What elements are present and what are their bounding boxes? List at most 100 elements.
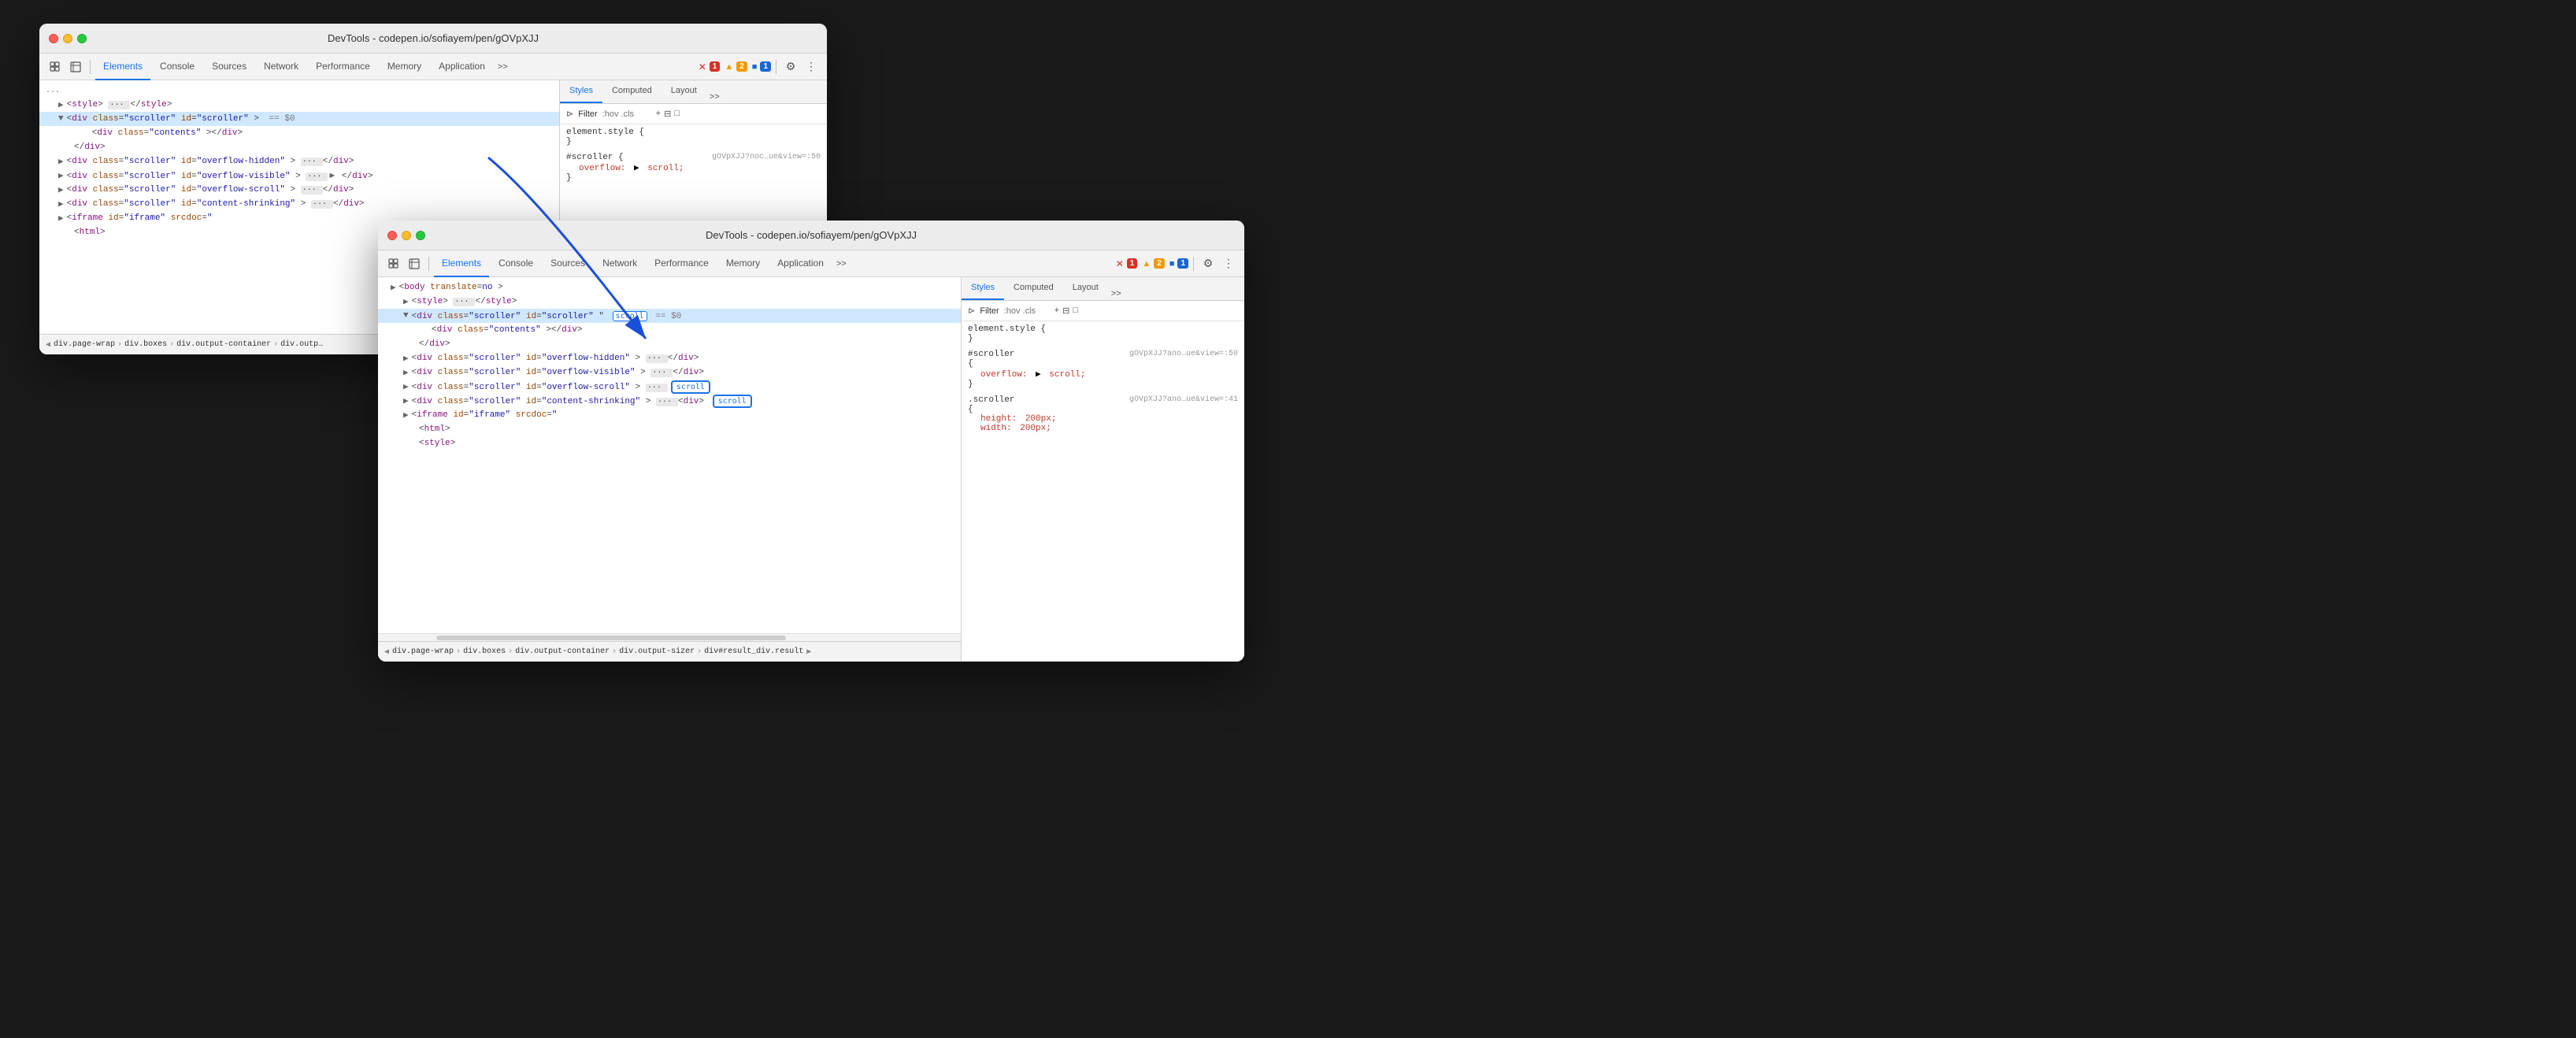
scroll-badge-overflow-scroll[interactable]: scroll xyxy=(671,380,710,394)
add-style-icon-1[interactable]: + xyxy=(656,109,661,119)
tree-row-ellipsis[interactable]: ... xyxy=(39,83,559,98)
tab-sources-1[interactable]: Sources xyxy=(204,54,254,80)
tree-row-overflow-scroll[interactable]: ▶ <div class="scroller" id="overflow-scr… xyxy=(39,183,559,197)
tab-elements-2[interactable]: Elements xyxy=(434,250,489,277)
force-icon-1[interactable]: □ xyxy=(674,109,680,119)
overflow-prop: overflow: xyxy=(566,164,625,173)
tree-row-overflow-hidden[interactable]: ▶ <div class="scroller" id="overflow-hid… xyxy=(39,154,559,169)
overflow-chevron-2[interactable]: >> xyxy=(833,258,850,270)
filter-input-2[interactable] xyxy=(1004,306,1051,316)
overflow-arrow-2[interactable]: ▶ xyxy=(1036,370,1041,380)
overflow-prop-2: overflow: xyxy=(968,370,1027,380)
scroller-selector-2: #scroller xyxy=(968,350,1014,359)
breadcrumb-output-sizer[interactable]: div.output-sizer xyxy=(619,647,695,656)
info-count-1: 1 xyxy=(760,61,771,72)
breadcrumb-output[interactable]: div.outp… xyxy=(280,340,323,349)
tree-row-content-shrinking-2[interactable]: ▶ <div class="scroller" id="content-shri… xyxy=(378,394,961,408)
breadcrumb-output-container[interactable]: div.output-container xyxy=(176,340,271,349)
add-style-icon-2[interactable]: + xyxy=(1054,306,1059,316)
styles-tab-computed-2[interactable]: Computed xyxy=(1004,277,1063,300)
breadcrumb-bar-2: ◀ div.page-wrap › div.boxes › div.output… xyxy=(378,641,961,662)
tree-row-style-2[interactable]: ▶ <style> ··· </style> xyxy=(378,295,961,309)
settings-icon-2[interactable]: ⚙ xyxy=(1199,254,1218,273)
traffic-lights-1 xyxy=(49,34,87,43)
styles-tab-computed-1[interactable]: Computed xyxy=(602,80,662,103)
tree-row-inner-style[interactable]: <style> xyxy=(378,436,961,450)
force-icon-2[interactable]: □ xyxy=(1073,306,1078,316)
copy-style-icon-2[interactable]: ⊟ xyxy=(1062,306,1069,316)
height-prop: height: xyxy=(968,414,1017,424)
tab-performance-1[interactable]: Performance xyxy=(308,54,378,80)
breadcrumb-output-container-2[interactable]: div.output-container xyxy=(515,647,610,656)
tab-network-2[interactable]: Network xyxy=(595,250,645,277)
breadcrumb-page-wrap-2[interactable]: div.page-wrap xyxy=(392,647,454,656)
tree-row-iframe-2[interactable]: ▶ <iframe id="iframe" srcdoc=" xyxy=(378,408,961,422)
styles-overflow-1[interactable]: >> xyxy=(706,91,723,103)
tree-row-close-div[interactable]: </div> xyxy=(39,140,559,154)
tab-sources-2[interactable]: Sources xyxy=(543,250,593,277)
breadcrumb-nav-right-2[interactable]: ▶ xyxy=(806,647,811,657)
tree-row-content-shrinking[interactable]: ▶ <div class="scroller" id="content-shri… xyxy=(39,197,559,211)
tab-memory-1[interactable]: Memory xyxy=(380,54,429,80)
overflow-arrow[interactable]: ▶ xyxy=(634,164,639,173)
tree-row-close-2[interactable]: </div> xyxy=(378,337,961,351)
tab-network-1[interactable]: Network xyxy=(256,54,306,80)
tab-performance-2[interactable]: Performance xyxy=(647,250,717,277)
styles-panel-2: Styles Computed Layout >> ⊳ Filter + ⊟ □ xyxy=(961,277,1244,662)
scroll-badge-content-shrinking[interactable]: scroll xyxy=(713,395,752,408)
close-button-1[interactable] xyxy=(49,34,58,43)
tab-application-2[interactable]: Application xyxy=(769,250,832,277)
breadcrumb-nav-left[interactable]: ◀ xyxy=(46,340,50,350)
styles-tab-styles-1[interactable]: Styles xyxy=(560,80,602,103)
inspect-icon-2[interactable] xyxy=(405,254,424,273)
breadcrumb-page-wrap[interactable]: div.page-wrap xyxy=(54,340,115,349)
tab-elements-1[interactable]: Elements xyxy=(95,54,150,80)
tree-row-style[interactable]: ▶ <style> ··· </style> xyxy=(39,98,559,112)
tab-console-1[interactable]: Console xyxy=(152,54,202,80)
separator-1 xyxy=(90,60,91,74)
scroller-source-2: gOVpXJJ?ano…ue&view=:50 xyxy=(1129,350,1238,359)
filter-input-1[interactable] xyxy=(602,109,650,119)
styles-tabs-2: Styles Computed Layout >> xyxy=(962,277,1244,301)
inspect-icon[interactable] xyxy=(66,57,85,76)
maximize-button-2[interactable] xyxy=(416,231,425,240)
filter-icon-1: ⊳ xyxy=(566,109,573,119)
tree-row-html-2[interactable]: <html> xyxy=(378,422,961,436)
tree-row-overflow-scroll-2[interactable]: ▶ <div class="scroller" id="overflow-scr… xyxy=(378,380,961,394)
error-badge-1: ✕ 1 xyxy=(699,61,721,72)
copy-style-icon-1[interactable]: ⊟ xyxy=(664,109,671,119)
cursor-icon-2[interactable] xyxy=(384,254,403,273)
cursor-icon[interactable] xyxy=(46,57,65,76)
close-button-2[interactable] xyxy=(387,231,397,240)
tree-row-scroller-2[interactable]: ▼ <div class="scroller" id="scroller" " … xyxy=(378,309,961,323)
minimize-button-1[interactable] xyxy=(63,34,72,43)
tree-row-contents[interactable]: ▶ <div class="contents" ></div> xyxy=(39,126,559,140)
filter-controls-2: + ⊟ □ xyxy=(1004,306,1078,316)
tree-row-scroller-selected[interactable]: ▼ <div class="scroller" id="scroller" > … xyxy=(39,112,559,126)
breadcrumb-nav-left-2[interactable]: ◀ xyxy=(384,647,389,657)
styles-tab-layout-2[interactable]: Layout xyxy=(1063,277,1108,300)
styles-tab-layout-1[interactable]: Layout xyxy=(662,80,706,103)
styles-overflow-2[interactable]: >> xyxy=(1108,287,1125,300)
width-value: 200px; xyxy=(1020,424,1051,433)
breadcrumb-result[interactable]: div#result_div.result xyxy=(704,647,803,656)
styles-tab-styles-2[interactable]: Styles xyxy=(962,277,1004,300)
minimize-button-2[interactable] xyxy=(402,231,411,240)
tree-row-contents-2[interactable]: <div class="contents" ></div> xyxy=(378,323,961,337)
scroll-badge-main[interactable]: scroll xyxy=(613,311,647,321)
overflow-chevron-1[interactable]: >> xyxy=(495,61,511,73)
elements-hscroll[interactable] xyxy=(378,633,961,641)
tree-row-body-2[interactable]: ▶ <body translate=no > xyxy=(378,280,961,295)
settings-icon-1[interactable]: ⚙ xyxy=(781,57,800,76)
tab-memory-2[interactable]: Memory xyxy=(718,250,768,277)
tab-application-1[interactable]: Application xyxy=(431,54,493,80)
more-icon-2[interactable]: ⋮ xyxy=(1219,254,1238,273)
breadcrumb-boxes-2[interactable]: div.boxes xyxy=(463,647,506,656)
tree-row-overflow-visible-2[interactable]: ▶ <div class="scroller" id="overflow-vis… xyxy=(378,365,961,380)
tree-row-overflow-visible[interactable]: ▶ <div class="scroller" id="overflow-vis… xyxy=(39,169,559,183)
tab-console-2[interactable]: Console xyxy=(491,250,541,277)
breadcrumb-boxes[interactable]: div.boxes xyxy=(124,340,167,349)
maximize-button-1[interactable] xyxy=(77,34,87,43)
more-icon-1[interactable]: ⋮ xyxy=(802,57,821,76)
tree-row-overflow-hidden-2[interactable]: ▶ <div class="scroller" id="overflow-hid… xyxy=(378,351,961,365)
